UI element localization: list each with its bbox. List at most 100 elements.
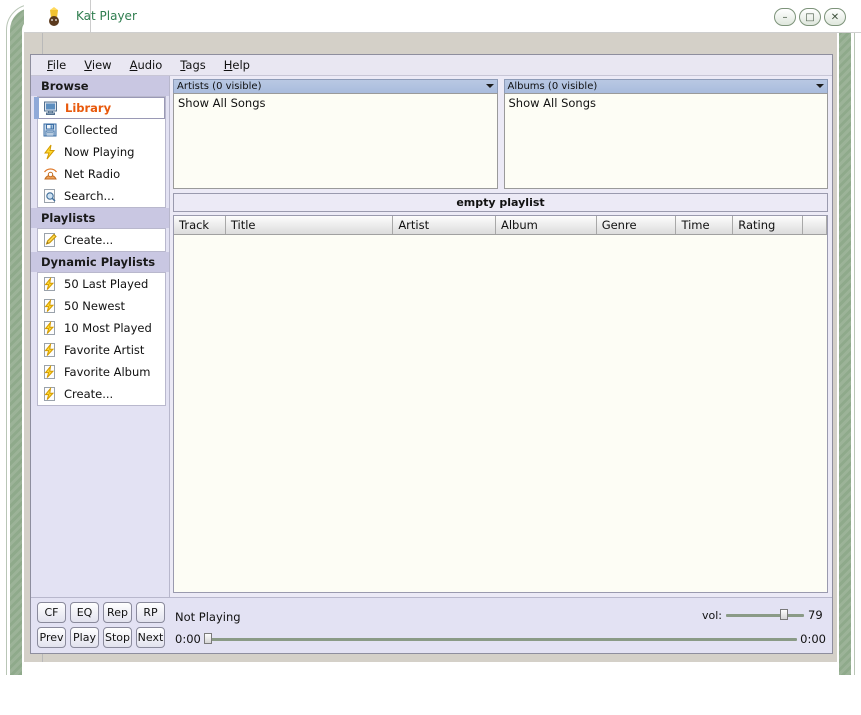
sidebar-item-collected[interactable]: Collected [38,119,165,141]
artists-panel-header-label: Artists (0 visible) [177,81,262,92]
menu-file[interactable]: File [39,56,76,74]
minimize-button[interactable]: – [774,8,796,26]
previous-button[interactable]: Prev [37,627,66,648]
lightning-page-icon [44,320,55,335]
column-header-time[interactable]: Time [676,216,734,234]
list-item[interactable]: Show All Songs [505,94,828,110]
sidebar-item-create[interactable]: Create... [38,383,165,405]
sidebar-item-now-playing[interactable]: Now Playing [38,141,165,163]
sidebar-item-label: Library [65,101,112,115]
column-header-genre[interactable]: Genre [596,216,677,234]
sidebar: Browse Library Collected Now Playing Net Rad… [31,76,170,597]
sidebar-item-library[interactable]: Library [34,97,165,119]
total-time: 0:00 [800,632,826,646]
sidebar-list-2: 50 Last Played 50 Newest 10 Most Played Fav… [37,272,166,406]
volume-value: 79 [808,608,823,622]
toggle-button-row: CF EQ Rep RP [37,602,171,623]
albums-panel: Albums (0 visible) Show All Songs [503,79,828,189]
column-header-album[interactable]: Album [496,216,597,234]
kat-player-window: File View Audio Tags Help Browse Library C… [30,54,833,654]
sidebar-item-label: 50 Last Played [64,277,149,291]
menu-audio-rest: udio [137,58,163,72]
floppy-disk-icon [43,123,57,137]
seek-slider[interactable] [203,633,798,645]
elapsed-time: 0:00 [175,632,201,646]
lightning-page-icon [44,298,55,313]
play-button[interactable]: Play [70,627,99,648]
sidebar-item-label: Favorite Album [64,365,151,379]
window-buttons: – □ ✕ [774,8,852,28]
sidebar-item-50-last-played[interactable]: 50 Last Played [38,273,165,295]
sidebar-item-50-newest[interactable]: 50 Newest [38,295,165,317]
sidebar-item-search[interactable]: Search... [38,185,165,207]
menu-audio[interactable]: Audio [122,56,173,74]
sidebar-item-favorite-artist[interactable]: Favorite Artist [38,339,165,361]
window-title: Kat Player [76,9,137,23]
lightning-page-icon [44,342,55,357]
monitor-icon [44,101,57,115]
column-header-spacer[interactable] [803,216,827,234]
volume-slider-knob[interactable] [779,609,788,620]
browser-panels: Artists (0 visible) Show All Songs Album… [173,79,828,189]
albums-panel-header-label: Albums (0 visible) [507,81,598,92]
player-status-area: Not Playing vol: 79 0:00 0:00 [171,598,832,653]
volume-label: vol: [701,608,722,622]
sidebar-list-0: Library Collected Now Playing Net Radio Sear… [34,96,166,208]
list-item[interactable]: Show All Songs [174,94,497,110]
close-button[interactable]: ✕ [824,8,846,26]
next-button[interactable]: Next [136,627,165,648]
menu-tags-rest: ags [185,58,206,72]
menu-file-rest: ile [52,58,67,72]
volume-control: vol: 79 [702,608,826,622]
artists-list[interactable]: Show All Songs [173,93,498,189]
transport-button-row: Prev Play Stop Next [37,627,171,648]
player-controls: CF EQ Rep RP Prev Play Stop Next Not Pla… [31,597,832,653]
column-header-title[interactable]: Title [225,216,394,234]
control-button-grid: CF EQ Rep RP Prev Play Stop Next [31,598,171,653]
seek-slider-knob[interactable] [203,633,212,644]
repeat-button[interactable]: Rep [103,602,132,623]
chevron-down-icon[interactable] [485,84,494,88]
sidebar-item-net-radio[interactable]: Net Radio [38,163,165,185]
menu-help[interactable]: Help [216,56,260,74]
albums-panel-header[interactable]: Albums (0 visible) [503,79,828,93]
maximize-button[interactable]: □ [799,8,821,26]
chevron-down-icon[interactable] [816,84,824,88]
random-play-button[interactable]: RP [136,602,165,623]
playlist-table-header: Track Title Artist Album Genre Time Rating [174,216,827,235]
volume-slider[interactable] [726,609,804,621]
albums-list[interactable]: Show All Songs [503,93,828,189]
menu-view[interactable]: View [76,56,121,74]
sidebar-item-label: Collected [64,123,118,137]
now-playing-status: Not Playing [175,610,241,624]
column-header-artist[interactable]: Artist [393,216,496,234]
sidebar-item-favorite-album[interactable]: Favorite Album [38,361,165,383]
sidebar-item-create[interactable]: Create... [38,229,165,251]
volume-slider-track [726,613,804,617]
sidebar-group-browse: Browse [31,76,169,96]
playlist-title: empty playlist [173,193,828,212]
sidebar-item-10-most-played[interactable]: 10 Most Played [38,317,165,339]
magnifier-page-icon [44,189,56,203]
sidebar-group-playlists: Playlists [31,208,169,228]
sidebar-item-label: 50 Newest [64,299,125,313]
artists-panel-header[interactable]: Artists (0 visible) [173,79,498,93]
lightning-icon [44,144,56,160]
sidebar-item-label: 10 Most Played [64,321,152,335]
playlist-table-body[interactable] [174,235,827,592]
artists-panel: Artists (0 visible) Show All Songs [173,79,498,189]
crossfade-button[interactable]: CF [37,602,66,623]
desktop-bottom-strip [0,675,861,715]
seek-slider-track [203,637,798,641]
equalizer-button[interactable]: EQ [70,602,99,623]
seek-control: 0:00 0:00 [175,632,826,646]
menubar: File View Audio Tags Help [31,55,832,76]
app-body: Browse Library Collected Now Playing Net Rad… [31,76,832,597]
sidebar-item-label: Favorite Artist [64,343,145,357]
lightning-page-icon [44,276,55,291]
column-header-rating[interactable]: Rating [733,216,804,234]
menu-tags[interactable]: Tags [172,56,215,74]
radio-antenna-icon [43,168,58,180]
column-header-track[interactable]: Track [174,216,226,234]
stop-button[interactable]: Stop [103,627,132,648]
